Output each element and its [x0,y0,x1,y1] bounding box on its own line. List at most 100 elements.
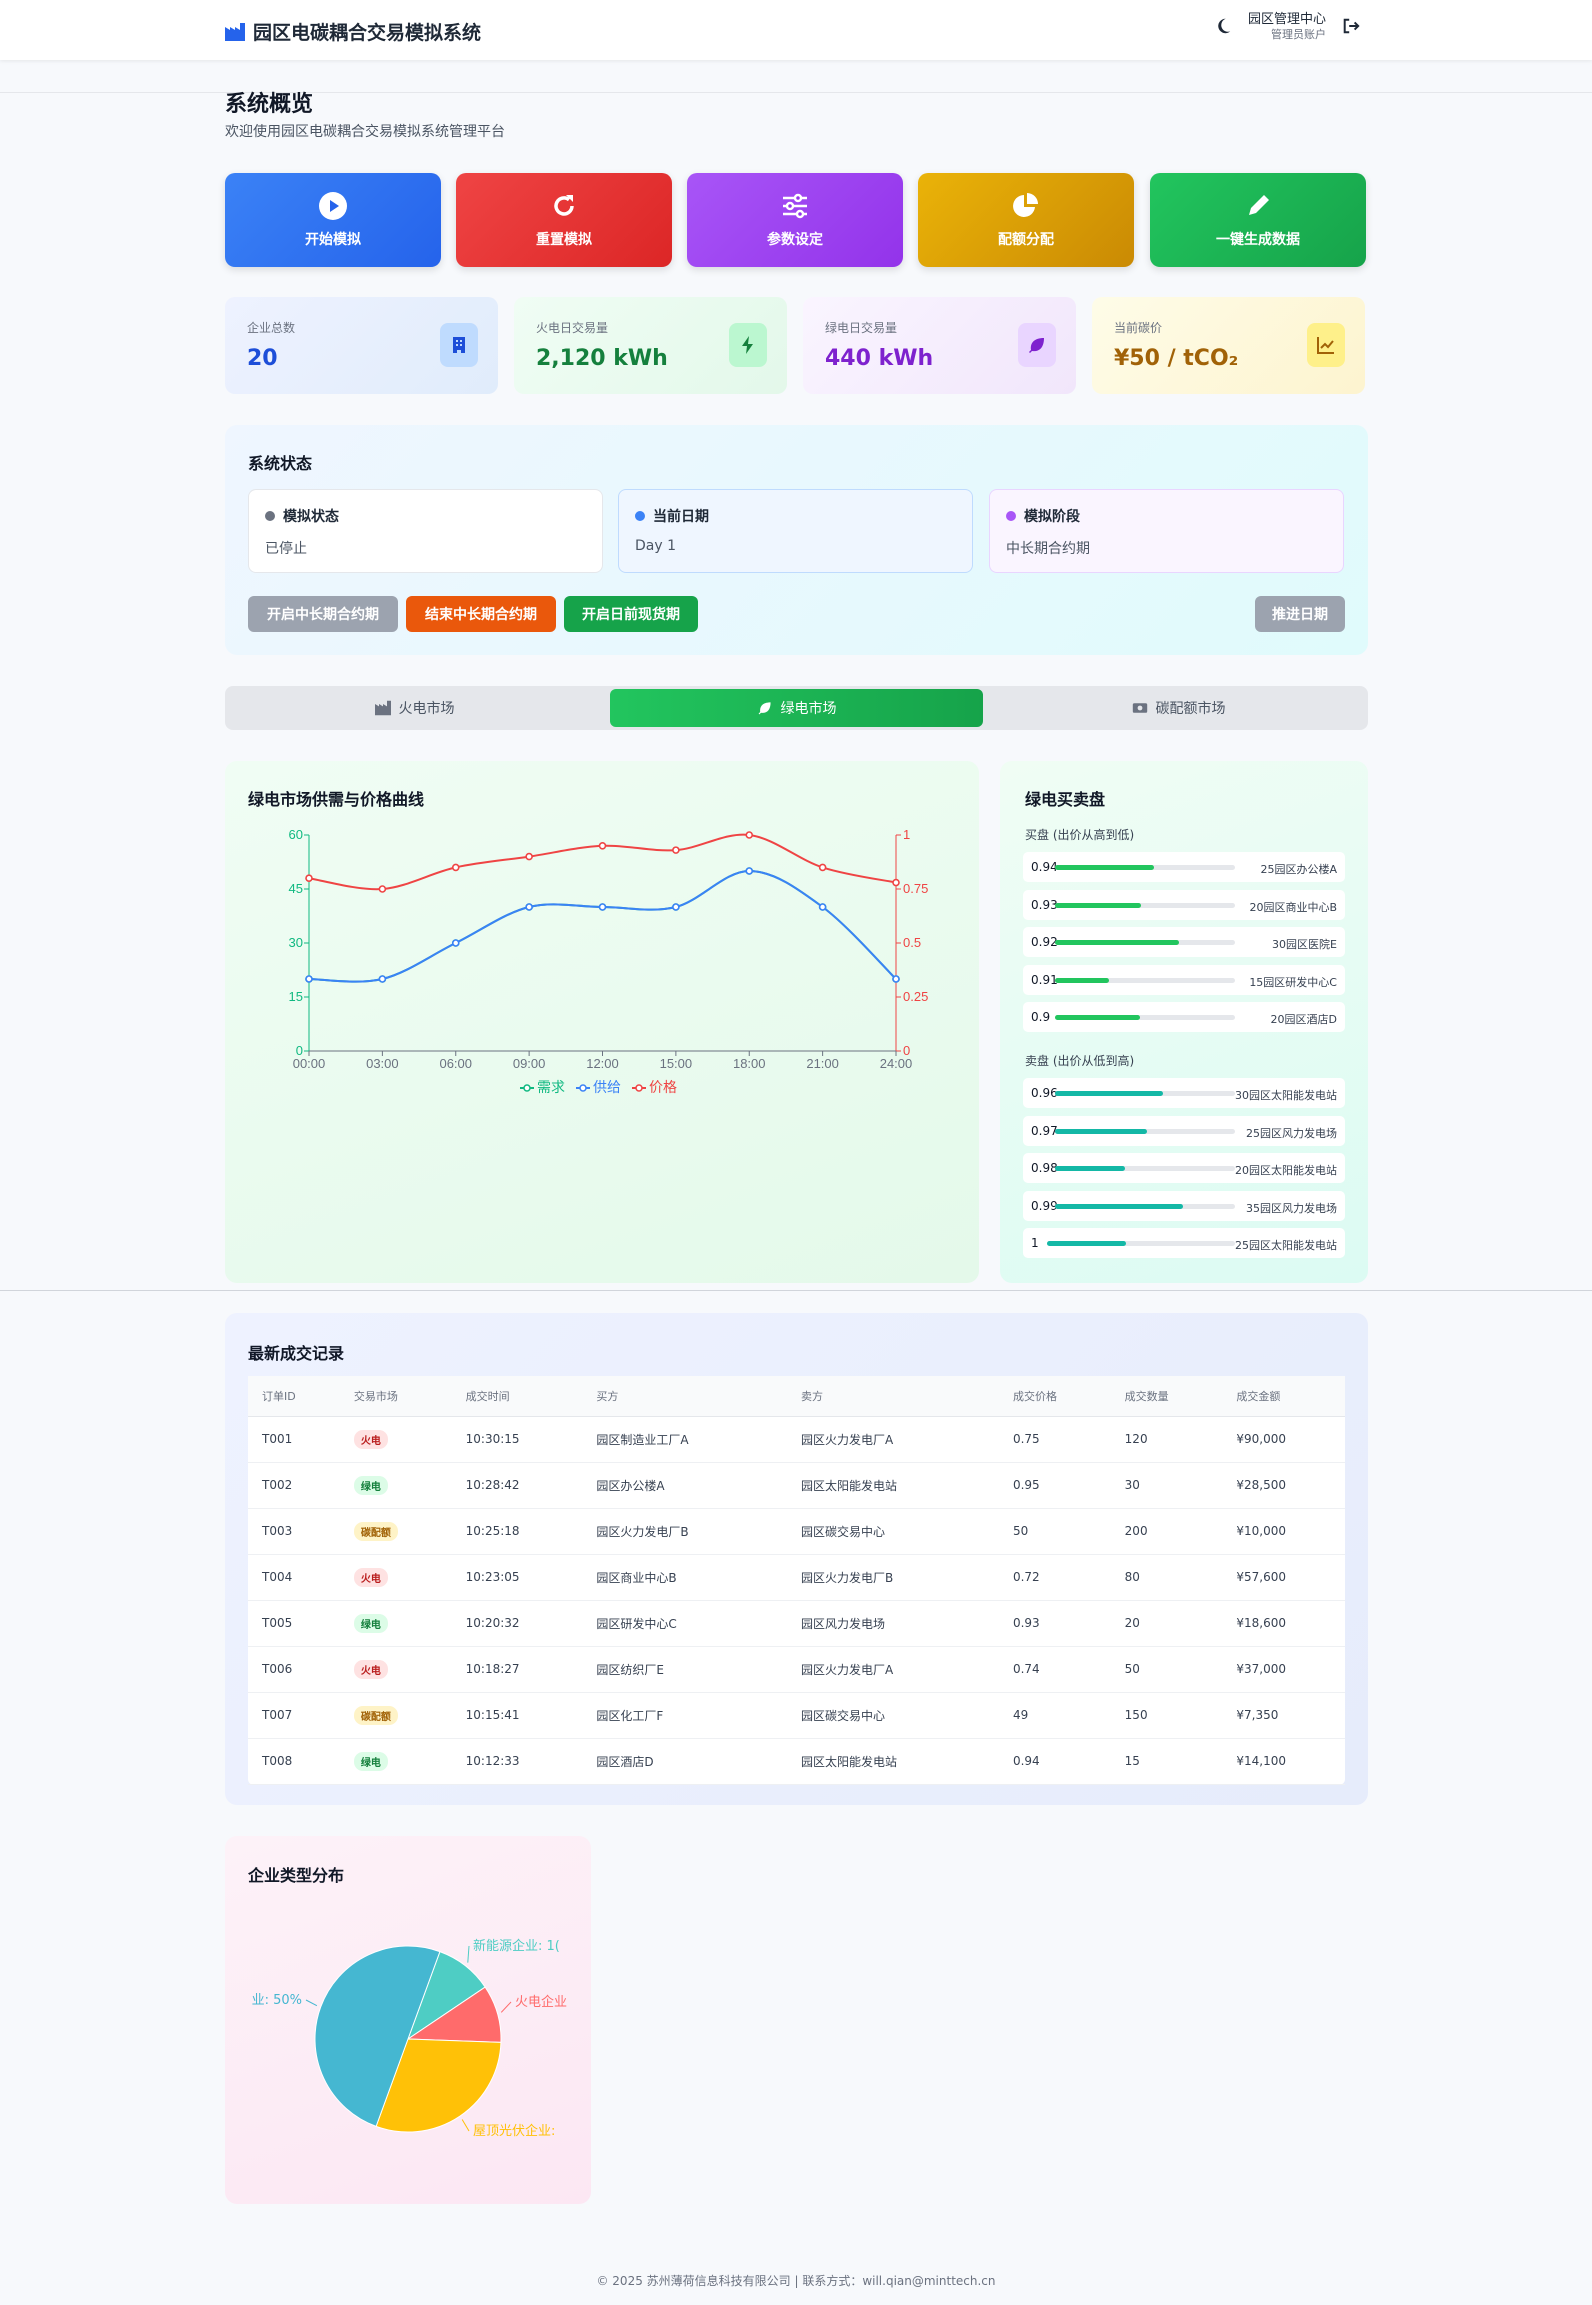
volume-bar-fill [1055,977,1109,983]
y-tick-label: 30 [289,935,303,950]
user-info[interactable]: 园区管理中心 管理员账户 [1248,12,1326,41]
volume-bar-fill [1055,1166,1126,1171]
column-header: 成交数量 [1110,1376,1223,1417]
cell-amount: ¥28,500 [1222,1462,1345,1509]
order-detail: 20园区商业中心B [1249,900,1337,914]
data-point [672,846,680,854]
order-price: 0.91 [1031,972,1058,987]
cell-qty: 200 [1110,1508,1223,1555]
cell-id: T006 [248,1646,340,1693]
column-header: 买方 [582,1376,788,1417]
end-long-term-button[interactable]: 结束中长期合约期 [406,596,556,632]
tab-thermal-market[interactable]: 火电市场 [228,689,601,727]
cell-amount: ¥18,600 [1222,1600,1345,1647]
bolt-icon [729,323,767,367]
order-price: 0.97 [1031,1123,1058,1138]
cell-time: 10:28:42 [451,1462,583,1509]
cell-amount: ¥37,000 [1222,1646,1345,1693]
order-detail: 20园区太阳能发电站 [1235,1164,1337,1177]
pie-label: 新能源企业: 1( [473,1938,560,1954]
brand[interactable]: 园区电碳耦合交易模拟系统 [225,18,481,45]
data-point [451,939,460,947]
volume-bar-track [1055,1128,1235,1134]
series-line-供给 [308,869,897,983]
cell-time: 10:20:32 [451,1600,583,1647]
data-point [598,841,607,850]
section-divider [0,1290,1592,1291]
quota-allocation-label: 配额分配 [998,232,1054,248]
table-row[interactable]: T005 绿电 10:20:32 园区研发中心C 园区风力发电场 0.93 20 ¥18,60… [248,1600,1345,1647]
table-row[interactable]: T001 火电 10:30:15 园区制造业工厂A 园区火力发电厂A 0.75 120 ¥90… [248,1416,1345,1463]
logout-icon[interactable] [1342,17,1360,35]
data-point [378,885,387,893]
volume-bar-track [1055,1015,1235,1020]
stat-card-carbon-price: 当前碳价 ¥50 / tCO₂ [1092,297,1365,394]
table-row[interactable]: T003 碳配额 10:25:18 园区火力发电厂B 园区碳交易中心 50 200 ¥10,0… [248,1508,1345,1555]
sliders-icon [783,193,807,219]
cell-price: 0.75 [998,1416,1111,1463]
parameter-settings-button[interactable]: 参数设定 [687,173,903,267]
pen-icon [1249,195,1269,215]
legend-label: 价格 [649,1080,677,1096]
advance-date-button[interactable]: 推进日期 [1255,596,1345,632]
table-row[interactable]: T004 火电 10:23:05 园区商业中心B 园区火力发电厂B 0.72 80 ¥57,6… [248,1554,1345,1601]
cell-time: 10:23:05 [451,1554,583,1601]
table-row[interactable]: T006 火电 10:18:27 园区纺织厂E 园区火力发电厂A 0.74 50 ¥37,00… [248,1646,1345,1693]
buy-order-row: 0.92 30园区医院E [1023,927,1345,957]
sell-side-title: 卖盘 (出价从低到高) [1025,1054,1135,1068]
legend-label: 需求 [537,1080,565,1096]
volume-bar-fill [1055,1203,1183,1209]
cell-price: 49 [998,1692,1111,1739]
start-spot-button[interactable]: 开启日前现货期 [564,596,698,632]
moon-icon[interactable] [1214,17,1232,35]
start-simulation-button[interactable]: 开始模拟 [225,173,441,267]
volume-bar-fill [1055,1091,1163,1096]
status-dot [1006,511,1016,521]
cell-market: 火电 [339,1554,452,1601]
pie-icon [1013,193,1038,217]
reset-simulation-button[interactable]: 重置模拟 [456,173,672,267]
series-line-需求 [308,869,897,983]
volume-bar-track [1055,1166,1235,1171]
buy-order-row: 0.94 25园区办公楼A [1023,852,1345,882]
cell-id: T001 [248,1416,340,1463]
cell-qty: 120 [1110,1416,1223,1463]
cell-buyer: 园区酒店D [582,1738,788,1785]
start-long-term-button[interactable]: 开启中长期合约期 [248,596,398,632]
cell-seller: 园区碳交易中心 [787,1692,999,1739]
status-card-date: 当前日期 Day 1 [618,489,973,573]
order-price: 0.96 [1031,1086,1058,1100]
table-row[interactable]: T002 绿电 10:28:42 园区办公楼A 园区太阳能发电站 0.95 30 ¥28,50… [248,1462,1345,1509]
column-header: 成交价格 [998,1376,1111,1417]
tab-carbon-market[interactable]: 碳配额市场 [992,689,1365,727]
sell-order-row: 0.96 30园区太阳能发电站 [1023,1078,1345,1108]
factory-icon [374,700,391,716]
order-detail: 15园区研发中心C [1249,975,1337,989]
status-label: 模拟阶段 [1024,509,1080,525]
generate-data-button[interactable]: 一键生成数据 [1150,173,1366,267]
cell-market: 火电 [339,1416,452,1463]
cell-market: 碳配额 [339,1508,452,1555]
y-tick-label: 60 [289,827,303,842]
cell-buyer: 园区制造业工厂A [582,1416,788,1463]
volume-bar-track [1055,1091,1235,1096]
table-row[interactable]: T008 绿电 10:12:33 园区酒店D 园区太阳能发电站 0.94 15 ¥14,100 [248,1738,1345,1785]
order-detail: 20园区酒店D [1270,1013,1337,1026]
cell-buyer: 园区纺织厂E [582,1646,788,1693]
data-point [305,975,313,983]
tab-green-market[interactable]: 绿电市场 [610,689,983,727]
sell-order-row: 1 25园区太阳能发电站 [1023,1228,1345,1258]
cell-buyer: 园区商业中心B [582,1554,788,1601]
column-header: 成交时间 [451,1376,583,1417]
volume-bar-fill [1055,1128,1147,1134]
quota-allocation-button[interactable]: 配额分配 [918,173,1134,267]
legend-marker [635,1084,643,1092]
table-row[interactable]: T007 碳配额 10:15:41 园区化工厂F 园区碳交易中心 49 150 ¥7,350 [248,1692,1345,1739]
footer: © 2025 苏州薄荷信息科技有限公司 | 联系方式：will.qian@min… [596,2274,996,2288]
buy-order-row: 0.9 20园区酒店D [1023,1002,1345,1032]
cell-price: 0.95 [998,1462,1111,1509]
buy-order-row: 0.91 15园区研发中心C [1023,964,1345,995]
cell-id: T003 [248,1508,340,1555]
x-tick-label: 06:00 [439,1056,472,1071]
cell-qty: 30 [1110,1462,1223,1509]
